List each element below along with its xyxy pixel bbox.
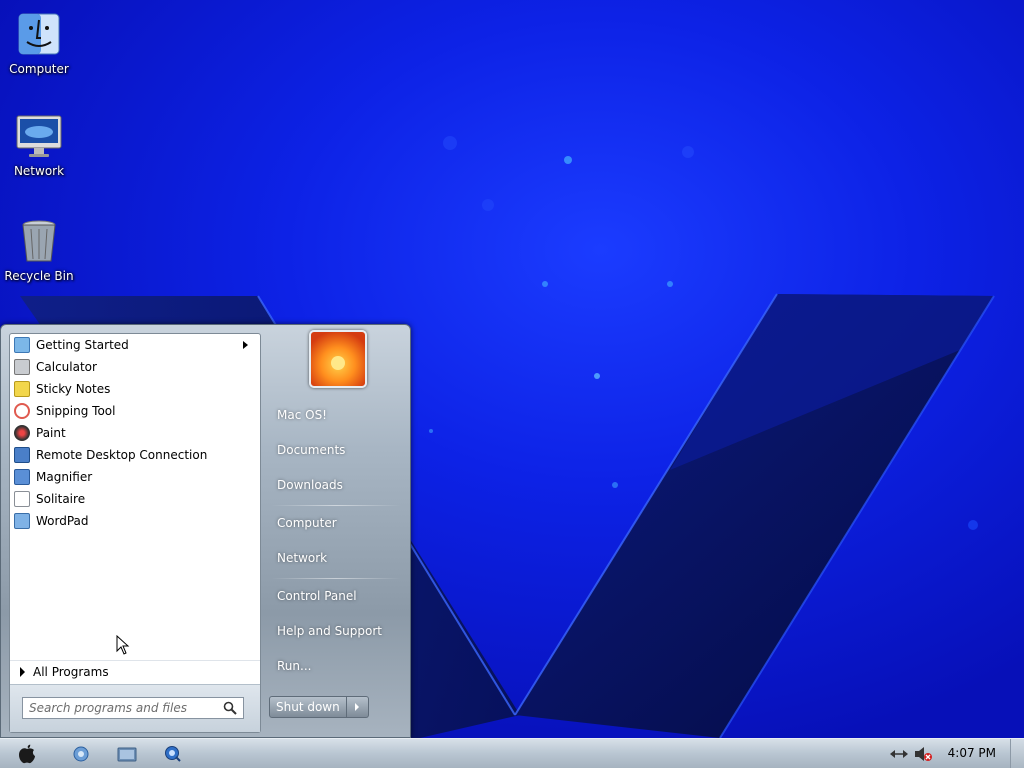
volume-muted-icon [915, 747, 932, 761]
chevron-right-icon [355, 703, 360, 711]
program-item-calculator[interactable]: Calculator [10, 356, 260, 378]
places-item-downloads[interactable]: Downloads [277, 478, 343, 492]
mouse-cursor-icon [116, 635, 130, 655]
desktop-icon-network[interactable]: Network [0, 112, 78, 178]
shutdown-button[interactable]: Shut down [269, 696, 347, 718]
places-item-documents[interactable]: Documents [277, 443, 345, 457]
separator [271, 505, 401, 506]
calculator-icon [14, 359, 30, 375]
program-item-label: Calculator [36, 360, 97, 374]
taskbar-clock[interactable]: 4:07 PM [948, 746, 996, 760]
search-icon[interactable] [223, 701, 237, 715]
start-button[interactable] [12, 742, 42, 766]
desktop-icon-computer[interactable]: Computer [0, 10, 78, 76]
paint-icon [14, 425, 30, 441]
program-item-label: Solitaire [36, 492, 86, 506]
start-menu-programs-pane: Getting Started Calculator Sticky Notes … [9, 333, 261, 733]
program-item-wordpad[interactable]: WordPad [10, 510, 260, 532]
program-item-snipping-tool[interactable]: Snipping Tool [10, 400, 260, 422]
program-list: Getting Started Calculator Sticky Notes … [10, 334, 260, 532]
places-item-user[interactable]: Mac OS! [277, 408, 327, 422]
search-input[interactable] [29, 701, 219, 715]
program-item-magnifier[interactable]: Magnifier [10, 466, 260, 488]
show-desktop-button[interactable] [1010, 739, 1024, 768]
program-item-getting-started[interactable]: Getting Started [10, 334, 260, 356]
explorer-folder-icon [117, 747, 137, 762]
wordpad-icon [14, 513, 30, 529]
program-item-label: WordPad [36, 514, 89, 528]
all-programs-button[interactable]: All Programs [10, 660, 260, 682]
program-item-label: Getting Started [36, 338, 129, 352]
places-item-help-and-support[interactable]: Help and Support [277, 624, 382, 638]
tray-volume[interactable] [908, 742, 938, 766]
program-item-label: Magnifier [36, 470, 93, 484]
places-item-control-panel[interactable]: Control Panel [277, 589, 357, 603]
solitaire-icon [14, 491, 30, 507]
places-item-computer[interactable]: Computer [277, 516, 337, 530]
search-box[interactable] [22, 697, 244, 719]
program-item-label: Snipping Tool [36, 404, 116, 418]
program-item-label: Sticky Notes [36, 382, 111, 396]
desktop-icon-recycle-bin[interactable]: Recycle Bin [0, 217, 78, 283]
taskbar-pinned-media[interactable] [158, 742, 188, 766]
remote-desktop-icon [14, 447, 30, 463]
browser-icon [73, 746, 89, 762]
start-menu-places-pane: Mac OS! Documents Downloads Computer Net… [263, 325, 411, 739]
trash-icon [15, 217, 63, 265]
program-item-remote-desktop[interactable]: Remote Desktop Connection [10, 444, 260, 466]
places-item-network[interactable]: Network [277, 551, 327, 565]
magnifier-icon [14, 469, 30, 485]
getting-started-icon [14, 337, 30, 353]
desktop-icon-label: Computer [9, 62, 69, 76]
shutdown-options-button[interactable] [346, 696, 369, 718]
shutdown-group: Shut down [269, 696, 369, 718]
snipping-tool-icon [14, 403, 30, 419]
search-area [10, 684, 260, 732]
imac-icon [15, 112, 63, 160]
sticky-notes-icon [14, 381, 30, 397]
submenu-arrow-icon[interactable] [243, 341, 248, 349]
program-item-sticky-notes[interactable]: Sticky Notes [10, 378, 260, 400]
media-player-icon [165, 746, 181, 762]
desktop-icon-label: Network [13, 164, 65, 178]
program-item-solitaire[interactable]: Solitaire [10, 488, 260, 510]
finder-icon [15, 10, 63, 58]
user-picture-avatar[interactable] [309, 330, 367, 388]
start-menu: Getting Started Calculator Sticky Notes … [0, 324, 411, 738]
triangle-right-icon [20, 666, 25, 677]
program-item-label: Remote Desktop Connection [36, 448, 208, 462]
all-programs-label: All Programs [33, 664, 109, 679]
taskbar: 4:07 PM [0, 738, 1024, 768]
places-item-run[interactable]: Run... [277, 659, 311, 673]
desktop-icon-label: Recycle Bin [4, 269, 74, 283]
taskbar-pinned-explorer[interactable] [112, 742, 142, 766]
network-icon [890, 750, 908, 758]
separator [271, 578, 401, 579]
taskbar-pinned-browser[interactable] [66, 742, 96, 766]
program-item-paint[interactable]: Paint [10, 422, 260, 444]
apple-icon [19, 744, 35, 764]
program-item-label: Paint [36, 426, 66, 440]
